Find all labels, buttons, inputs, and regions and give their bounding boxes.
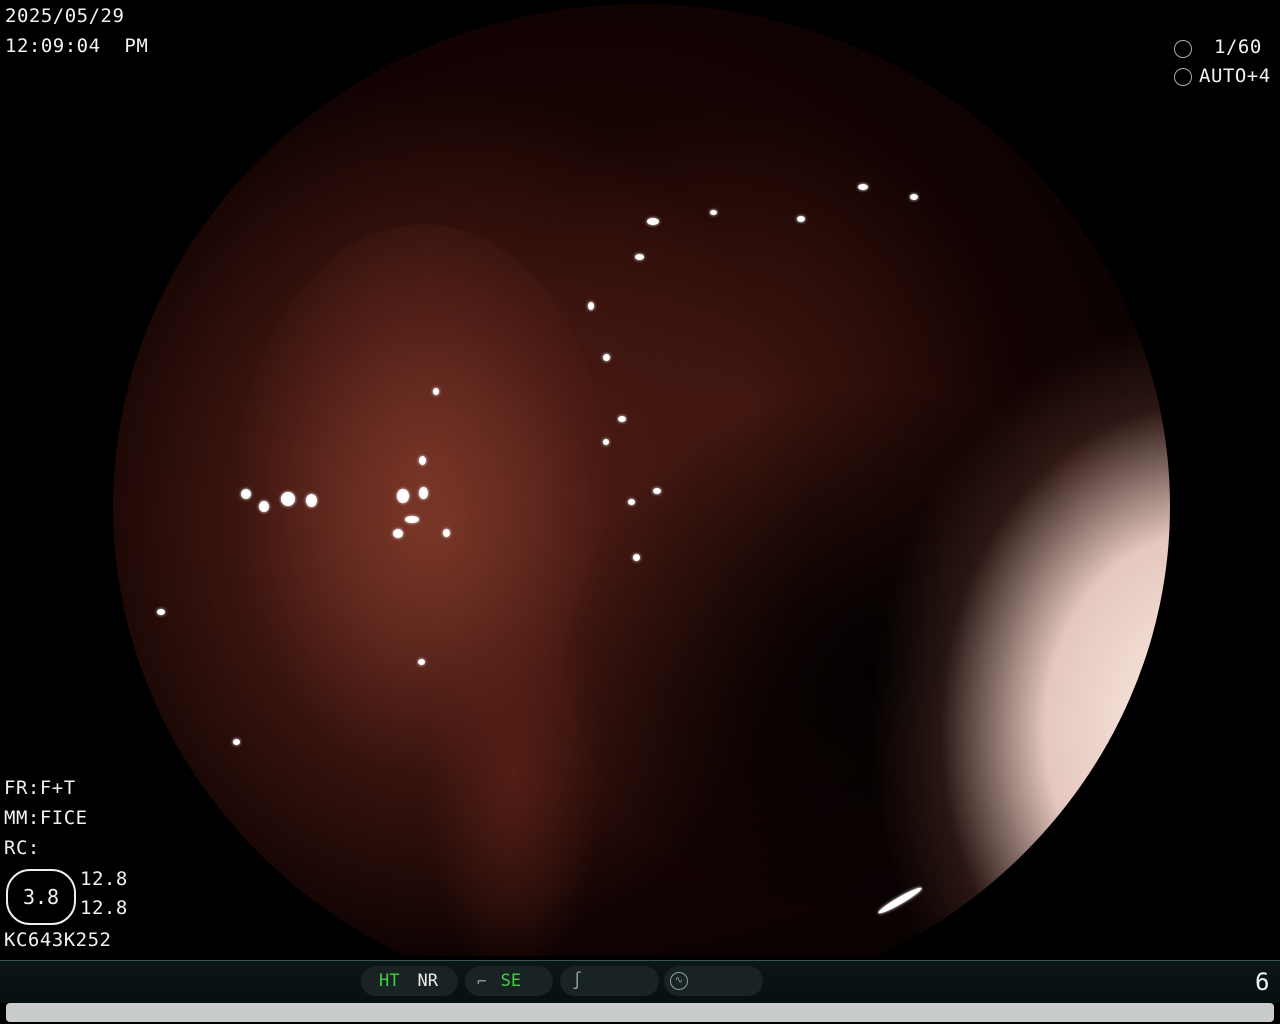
specular-glint: [419, 456, 426, 465]
endoscopic-image: [113, 4, 1170, 1009]
specular-glint: [281, 492, 295, 506]
iris-icon: [1174, 68, 1192, 86]
waveform-circle-icon: ∿: [670, 972, 688, 990]
rc-badge: 3.8: [6, 869, 76, 925]
status-bar: HT NR ⌐ SE ∫ ∿ 6: [0, 960, 1280, 1003]
rc-badge-value: 3.8: [22, 885, 60, 909]
tone-curve-icon: ∫: [572, 971, 583, 991]
nr-indicator: NR: [417, 971, 438, 991]
specular-glint: [443, 529, 450, 537]
enhancement-curve-icon: ⌐: [477, 971, 487, 991]
se-pill[interactable]: ⌐ SE: [465, 966, 553, 996]
specular-glint: [633, 554, 640, 561]
specular-glint: [858, 184, 868, 190]
rc-value-1: 12.8: [80, 868, 128, 890]
time-label: 12:09:04 PM: [5, 35, 149, 57]
specular-glint: [797, 216, 805, 222]
specular-glint: [618, 416, 626, 422]
mode-pill[interactable]: ∿: [664, 966, 763, 996]
specular-glint: [433, 388, 439, 395]
tone-pill[interactable]: ∫: [560, 966, 659, 996]
shutter-icon: [1174, 40, 1192, 58]
specular-glint: [653, 488, 661, 494]
specular-glint: [405, 516, 419, 523]
iris-mode: AUTO+4: [1199, 65, 1271, 87]
shutter-speed: 1/60: [1214, 36, 1262, 58]
specular-glint: [259, 501, 269, 512]
specular-glint: [419, 487, 428, 499]
scope-serial: KC643K252: [4, 929, 112, 951]
bottom-scrollbar[interactable]: [6, 1003, 1274, 1022]
specular-glint: [157, 609, 165, 615]
specular-glint: [241, 489, 251, 499]
specular-glint: [628, 499, 635, 505]
endoscope-monitor: 2025/05/29 12:09:04 PM 1/60 AUTO+4 FR:F+…: [0, 0, 1280, 1024]
ht-nr-pill[interactable]: HT NR: [361, 966, 458, 996]
specular-glint: [397, 489, 409, 503]
specular-glint: [306, 494, 317, 507]
specular-glint: [233, 739, 240, 745]
specular-glint: [635, 254, 644, 260]
se-indicator: SE: [500, 971, 522, 991]
ht-indicator: HT: [379, 971, 400, 991]
specular-glint: [910, 194, 918, 200]
specular-glint: [418, 659, 425, 665]
specular-glint: [603, 439, 609, 445]
page-number: 6: [1255, 968, 1270, 996]
fr-setting: FR:F+T: [4, 777, 76, 799]
mm-setting: MM:FICE: [4, 807, 88, 829]
specular-glint: [710, 210, 717, 215]
specular-glint: [393, 529, 403, 538]
rc-setting: RC:: [4, 837, 40, 859]
date-label: 2025/05/29: [5, 5, 125, 27]
specular-glint: [588, 302, 594, 310]
specular-glint: [603, 354, 610, 361]
rc-value-2: 12.8: [80, 897, 128, 919]
specular-glint: [647, 218, 659, 225]
